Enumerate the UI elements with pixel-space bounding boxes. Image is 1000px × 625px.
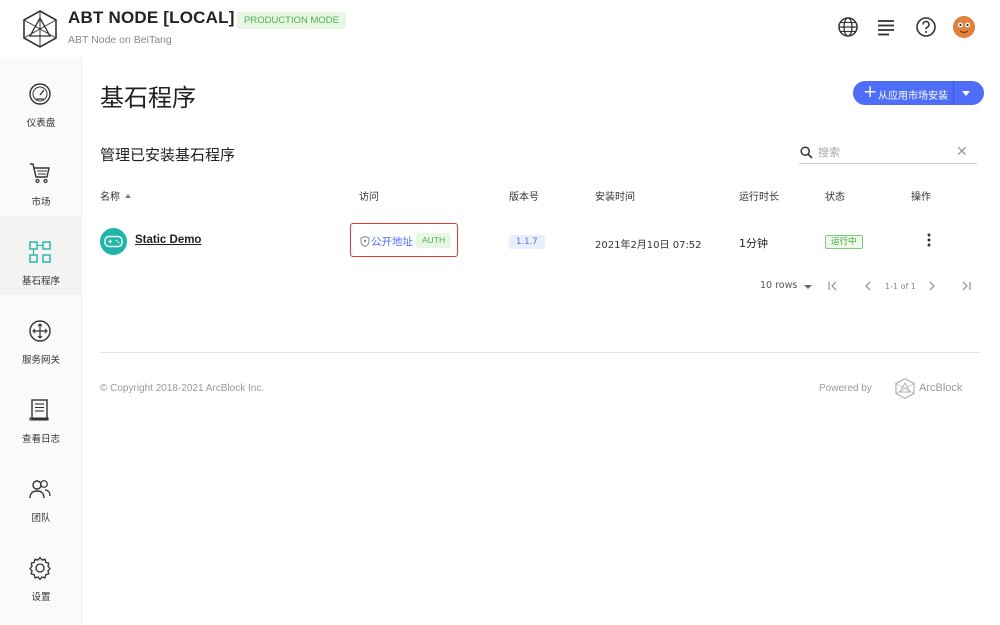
clear-icon[interactable]: ✕ <box>956 144 968 160</box>
sidebar-item-dashboard[interactable]: 仪表盘 <box>0 58 82 137</box>
status-badge: 运行中 <box>825 235 863 249</box>
cart-icon <box>30 163 50 184</box>
plus-icon: + <box>863 82 878 102</box>
powered-by-text: Powered by <box>819 383 872 394</box>
sidebar-item-settings[interactable]: 设置 <box>0 532 82 611</box>
install-from-market-button[interactable]: + 从应用市场安装 <box>853 81 984 105</box>
search-icon <box>800 146 813 159</box>
sidebar-item-label: 查看日志 <box>21 434 60 445</box>
user-avatar[interactable] <box>953 16 975 38</box>
shield-icon <box>360 236 370 247</box>
install-button-label: 从应用市场安装 <box>878 91 948 102</box>
app-subtitle: ABT Node on BeiTang <box>68 34 172 46</box>
log-icon <box>29 399 49 421</box>
auth-badge: AUTH <box>416 233 452 248</box>
help-icon[interactable] <box>915 16 937 38</box>
app-title: ABT NODE [LOCAL] <box>68 8 235 27</box>
avatar-face-icon <box>953 16 975 38</box>
production-mode-badge: PRODUCTION MODE <box>237 12 346 29</box>
sidebar-item-logs[interactable]: 查看日志 <box>0 374 82 453</box>
pagination: 10 rows 1-1 of 1 <box>100 278 980 298</box>
public-address-link[interactable]: 公开地址 <box>371 234 413 249</box>
team-icon <box>29 480 51 499</box>
install-time: 2021年2月10日 07:52 <box>595 240 702 251</box>
blocklet-app-icon <box>100 228 127 255</box>
page-title: 基石程序 <box>100 84 196 112</box>
sidebar-item-blocklets[interactable]: 基石程序 <box>0 216 82 295</box>
version-badge: 1.1.7 <box>509 235 545 249</box>
column-header-name[interactable]: 名称 <box>100 188 131 203</box>
chevron-down-icon[interactable] <box>804 285 812 289</box>
table-row: Static Demo 公开地址 AUTH 1.1.7 2021年2月10日 0… <box>100 221 980 261</box>
last-page-icon[interactable] <box>958 278 974 294</box>
column-header-status: 状态 <box>825 192 845 203</box>
sidebar-item-label: 仪表盘 <box>26 118 56 129</box>
column-header-install-time: 安装时间 <box>595 192 635 203</box>
more-vert-icon[interactable] <box>923 232 935 248</box>
access-cell-highlight: 公开地址 AUTH <box>350 223 458 257</box>
globe-icon[interactable] <box>837 16 859 38</box>
sidebar-item-team[interactable]: 团队 <box>0 453 82 532</box>
next-page-icon[interactable] <box>924 278 940 294</box>
search-input[interactable] <box>818 143 948 161</box>
column-header-access: 访问 <box>359 192 379 203</box>
gear-icon <box>29 556 51 580</box>
column-header-version: 版本号 <box>509 192 539 203</box>
sort-up-icon <box>125 194 131 198</box>
column-header-uptime: 运行时长 <box>739 192 779 203</box>
arcblock-logo-icon[interactable] <box>895 378 915 399</box>
sidebar-item-label: 团队 <box>31 513 51 524</box>
abt-logo-icon[interactable] <box>22 10 58 48</box>
button-divider <box>953 81 954 105</box>
chevron-down-icon[interactable] <box>962 91 970 96</box>
dashboard-icon <box>29 83 51 105</box>
list-icon[interactable] <box>875 16 897 38</box>
footer-divider <box>100 352 980 353</box>
page-range: 1-1 of 1 <box>885 282 916 291</box>
blocklets-icon <box>29 241 51 263</box>
sidebar-item-label: 服务网关 <box>21 355 60 366</box>
search-box: ✕ <box>799 142 977 164</box>
app-header: ABT NODE [LOCAL] PRODUCTION MODE ABT Nod… <box>0 0 1000 58</box>
rows-per-page-select[interactable]: 10 rows <box>760 280 797 291</box>
sidebar: 仪表盘 市场 基石程序 服务网关 查看日志 团队 设置 <box>0 58 82 625</box>
sidebar-item-label: 市场 <box>31 197 51 208</box>
sidebar-item-label: 基石程序 <box>21 276 60 287</box>
column-header-label: 名称 <box>100 192 120 203</box>
uptime: 1分钟 <box>739 237 768 250</box>
blocklet-name-link[interactable]: Static Demo <box>135 234 201 246</box>
section-title: 管理已安装基石程序 <box>100 146 236 164</box>
copyright-text: © Copyright 2018-2021 ArcBlock Inc. <box>100 383 265 394</box>
gamepad-icon <box>104 235 123 248</box>
column-header-actions: 操作 <box>911 192 931 203</box>
sidebar-item-label: 设置 <box>31 592 51 603</box>
arcblock-brand-name[interactable]: ArcBlock <box>919 382 962 394</box>
first-page-icon[interactable] <box>825 278 841 294</box>
sidebar-item-market[interactable]: 市场 <box>0 137 82 216</box>
previous-page-icon[interactable] <box>860 278 876 294</box>
sidebar-item-gateway[interactable]: 服务网关 <box>0 295 82 374</box>
gateway-icon <box>29 320 51 342</box>
